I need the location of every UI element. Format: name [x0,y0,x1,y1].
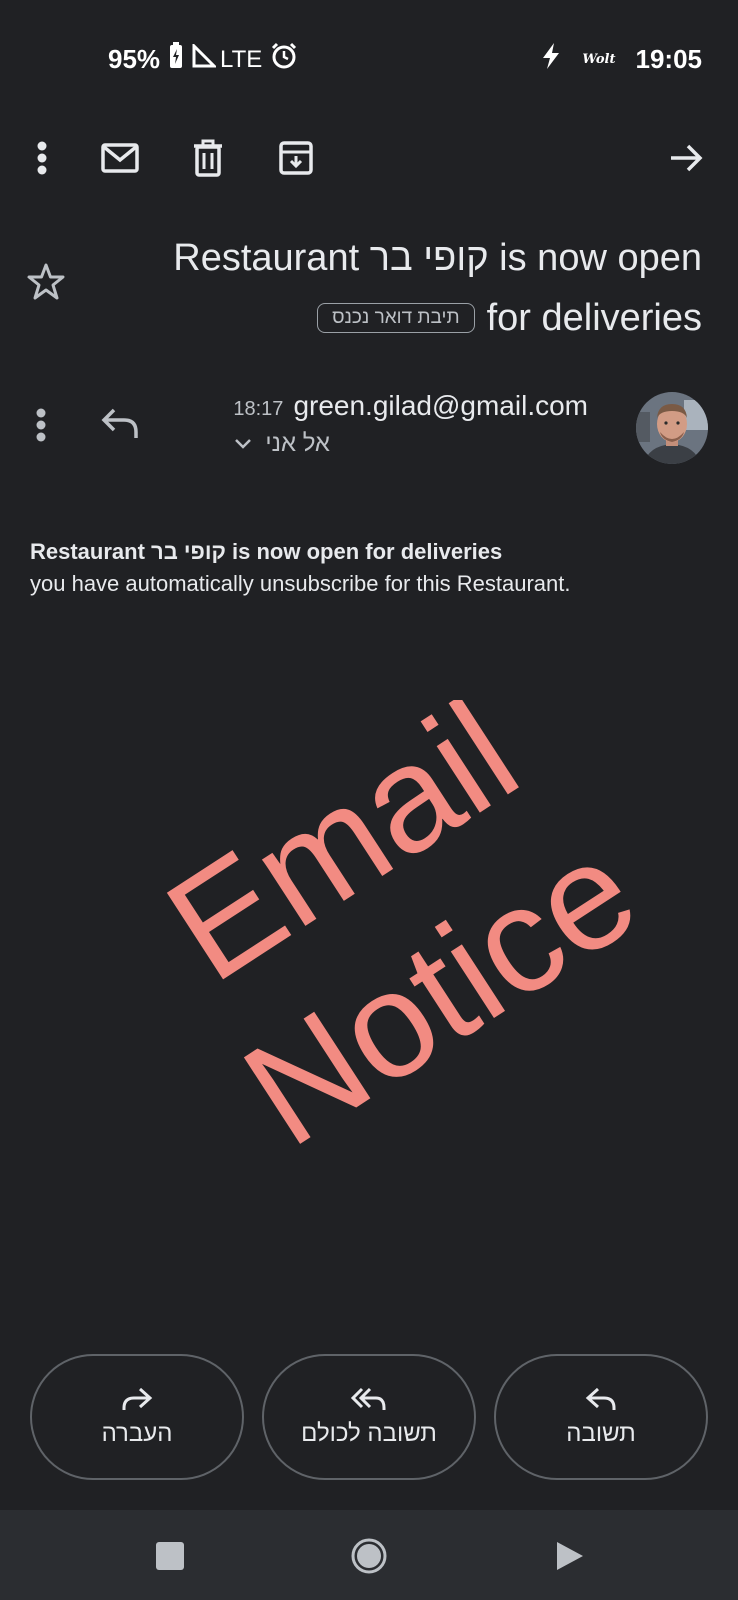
inbox-label-chip[interactable]: תיבת דואר נכנס [317,303,475,333]
reply-all-icon [350,1387,386,1410]
reply-label: תשובה [566,1420,636,1447]
subject-line-2: for deliveries [486,297,702,339]
status-bar: 95% LTE Wolt 19:05 [0,0,738,110]
reply-icon [101,408,138,438]
recents-button[interactable] [148,1534,192,1578]
action-buttons: העברה תשובה לכולם תשובה [30,1354,708,1480]
next-email-button[interactable] [656,128,716,188]
star-button[interactable] [26,262,66,302]
quick-reply-button[interactable] [100,406,140,442]
more-icon [37,141,47,175]
archive-icon [279,141,313,175]
avatar-photo [636,392,708,464]
signal-icon [192,42,218,75]
alarm-icon [270,42,298,77]
email-time: 18:17 [233,398,284,420]
archive-button[interactable] [266,128,326,188]
star-icon [27,263,65,300]
email-toolbar [0,128,738,198]
sender-more-button[interactable] [26,400,56,450]
sender-email: green.gilad@gmail.com [293,390,588,421]
body-message: you have automatically unsubscribe for t… [30,571,571,596]
email-view-screen: 95% LTE Wolt 19:05 Restaurant קופי בר is… [0,0,738,1600]
subject-line-1: Restaurant קופי בר is now open [173,237,702,279]
network-type: LTE [220,45,263,73]
sender-line: 18:17 green.gilad@gmail.com [233,390,588,422]
forward-button[interactable]: העברה [30,1354,244,1480]
battery-percent: 95% [108,44,161,74]
reply-button[interactable]: תשובה [494,1354,708,1480]
mark-unread-icon [101,143,139,173]
sender-avatar[interactable] [636,392,708,464]
system-nav-bar [0,1510,738,1600]
mark-unread-button[interactable] [90,128,150,188]
home-circle-icon [351,1538,387,1574]
status-left: 95% LTE [108,42,298,77]
subject-line-2-row: תיבת דואר נכנס for deliveries [92,288,702,348]
sender-info[interactable]: 18:17 green.gilad@gmail.com אל אני [233,390,588,458]
email-notice-watermark: Email Notice [139,700,664,1160]
email-subject: Restaurant קופי בר is now open תיבת דואר… [92,228,702,348]
recents-square-icon [156,1542,184,1570]
clock: 19:05 [635,44,703,74]
home-button[interactable] [347,1534,391,1578]
forward-icon [122,1387,153,1410]
chevron-down-icon [235,439,252,449]
forward-label: העברה [101,1420,173,1447]
recipient-label: אל אני [265,430,330,457]
more-options-button[interactable] [12,128,72,188]
wolt-notification: Wolt [582,52,616,67]
flash-icon [540,42,562,77]
reply-all-label: תשובה לכולם [301,1420,437,1447]
back-triangle-icon [557,1542,583,1570]
delete-icon [194,139,222,177]
forward-arrow-icon [671,144,703,172]
recipient-line[interactable]: אל אני [233,430,588,458]
reply-all-button[interactable]: תשובה לכולם [262,1354,476,1480]
delete-button[interactable] [178,128,238,188]
more-icon [36,408,46,442]
battery-charging-icon [168,42,184,77]
reply-icon [585,1387,616,1410]
status-right: Wolt 19:05 [540,42,702,77]
body-headline: Restaurant קופי בר is now open for deliv… [30,539,503,564]
back-button[interactable] [548,1534,592,1578]
email-body: Restaurant קופי בר is now open for deliv… [30,536,720,600]
